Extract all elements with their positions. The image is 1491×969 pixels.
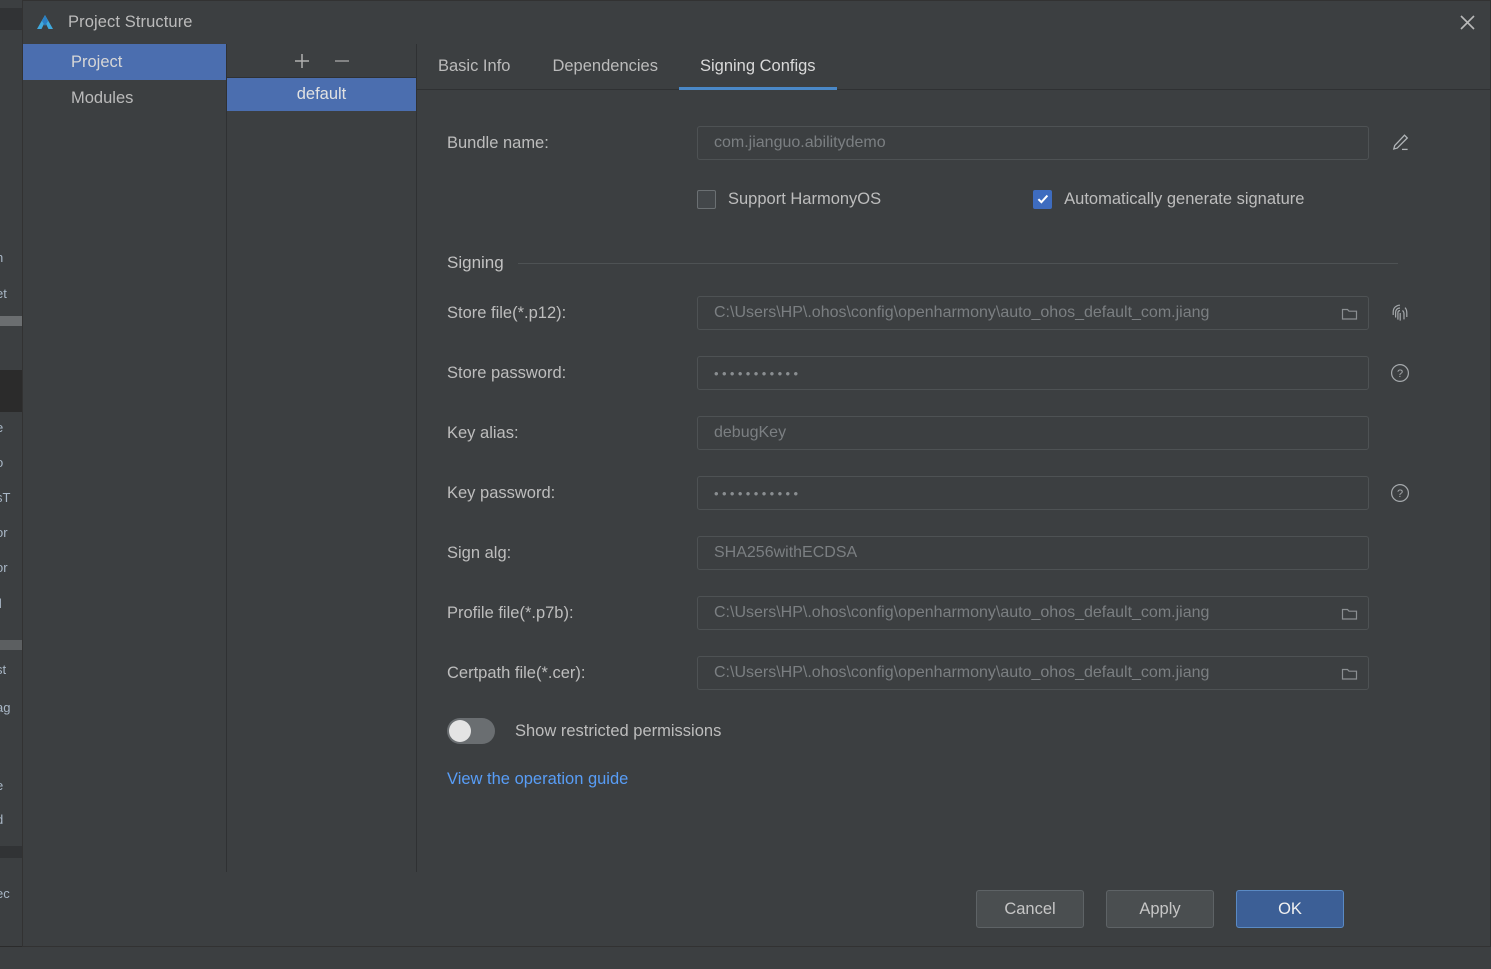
signing-section-title: Signing (447, 253, 504, 272)
devtools-logo-icon (33, 11, 57, 35)
dialog-titlebar: Project Structure (23, 1, 1490, 44)
key-alias-row: Key alias: debugKey (447, 416, 1490, 450)
help-circle-icon[interactable]: ? (1387, 480, 1413, 506)
dialog-footer: Cancel Apply OK (23, 872, 1490, 946)
store-password-row: Store password: ••••••••••• ? (447, 356, 1490, 390)
cancel-button[interactable]: Cancel (976, 890, 1084, 928)
ok-button[interactable]: OK (1236, 890, 1344, 928)
folder-icon[interactable] (1341, 605, 1358, 622)
store-password-value: ••••••••••• (714, 365, 802, 381)
sidebar-item-label: Modules (71, 89, 134, 107)
profile-file-label: Profile file(*.p7b): (447, 603, 574, 622)
configs-toolbar (227, 44, 416, 78)
store-password-label: Store password: (447, 363, 567, 382)
toggle-knob (449, 720, 471, 742)
tab-label: Signing Configs (699, 57, 816, 75)
store-file-row: Store file(*.p12): C:\Users\HP\.ohos\con… (447, 296, 1490, 330)
project-structure-dialog: Project Structure Project Modules defaul… (22, 0, 1491, 947)
help-circle-icon[interactable]: ? (1387, 360, 1413, 386)
checkbox-box (697, 189, 716, 209)
signing-configs-form: Bundle name: com.jianguo.abilitydemo Sup… (417, 90, 1490, 872)
bundle-name-label: Bundle name: (447, 133, 549, 152)
sidebar-item-modules[interactable]: Modules (23, 80, 226, 116)
certpath-file-label: Certpath file(*.cer): (447, 663, 586, 682)
sidebar-item-project[interactable]: Project (23, 44, 226, 80)
svg-text:?: ? (1397, 488, 1403, 500)
bundle-name-value: com.jianguo.abilitydemo (714, 134, 886, 151)
key-alias-label: Key alias: (447, 423, 519, 442)
support-harmonyos-checkbox[interactable]: Support HarmonyOS (697, 189, 882, 209)
bundle-name-input[interactable]: com.jianguo.abilitydemo (697, 126, 1369, 160)
toggle-label: Show restricted permissions (515, 721, 722, 740)
checkbox-label: Automatically generate signature (1064, 189, 1305, 208)
dialog-body: Project Modules default Basic Info Depen… (23, 44, 1490, 872)
fingerprint-icon[interactable] (1387, 300, 1413, 326)
auto-generate-signature-checkbox[interactable]: Automatically generate signature (1033, 189, 1305, 209)
svg-text:?: ? (1397, 368, 1403, 380)
key-password-input[interactable]: ••••••••••• (697, 476, 1369, 510)
signing-configs-list-panel: default (227, 44, 417, 872)
store-file-label: Store file(*.p12): (447, 303, 567, 322)
checkbox-row: Support HarmonyOS Automatically generate… (447, 184, 1490, 214)
section-divider (517, 262, 1398, 264)
key-password-value: ••••••••••• (714, 485, 802, 501)
key-alias-input[interactable]: debugKey (697, 416, 1369, 450)
dialog-content-pane: Basic Info Dependencies Signing Configs … (417, 44, 1490, 872)
store-file-value: C:\Users\HP\.ohos\config\openharmony\aut… (714, 304, 1210, 321)
tabbar: Basic Info Dependencies Signing Configs (417, 44, 1490, 90)
background-left-strip: n et · e o sT or or il st ag e d ec (0, 0, 22, 969)
config-item-label: default (296, 85, 347, 103)
show-restricted-permissions-toggle[interactable] (447, 718, 495, 744)
folder-icon[interactable] (1341, 665, 1358, 682)
apply-button[interactable]: Apply (1106, 890, 1214, 928)
sign-alg-input[interactable]: SHA256withECDSA (697, 536, 1369, 570)
tab-label: Basic Info (438, 57, 511, 75)
sidebar-item-label: Project (71, 53, 123, 71)
sign-alg-row: Sign alg: SHA256withECDSA (447, 536, 1490, 570)
checkbox-box (1033, 189, 1053, 209)
key-password-row: Key password: ••••••••••• ? (447, 476, 1490, 510)
certpath-file-row: Certpath file(*.cer): C:\Users\HP\.ohos\… (447, 656, 1490, 690)
store-password-input[interactable]: ••••••••••• (697, 356, 1369, 390)
profile-file-input[interactable]: C:\Users\HP\.ohos\config\openharmony\aut… (697, 596, 1369, 630)
key-alias-value: debugKey (714, 424, 787, 441)
key-password-label: Key password: (447, 483, 556, 502)
certpath-file-value: C:\Users\HP\.ohos\config\openharmony\aut… (714, 664, 1210, 681)
tab-label: Dependencies (552, 57, 658, 75)
checkbox-label: Support HarmonyOS (728, 189, 882, 208)
background-status-bar (0, 946, 1491, 969)
dialog-title: Project Structure (68, 13, 193, 31)
config-item-default[interactable]: default (227, 78, 416, 111)
folder-icon[interactable] (1341, 305, 1358, 322)
bundle-name-row: Bundle name: com.jianguo.abilitydemo (447, 126, 1490, 160)
certpath-file-input[interactable]: C:\Users\HP\.ohos\config\openharmony\aut… (697, 656, 1369, 690)
tab-dependencies[interactable]: Dependencies (531, 44, 679, 89)
dialog-sidebar: Project Modules (23, 44, 227, 872)
minus-icon[interactable] (331, 50, 353, 72)
show-restricted-permissions-row: Show restricted permissions (447, 714, 1490, 748)
tab-signing-configs[interactable]: Signing Configs (678, 44, 837, 90)
close-icon[interactable] (1444, 1, 1490, 44)
store-file-input[interactable]: C:\Users\HP\.ohos\config\openharmony\aut… (697, 296, 1369, 330)
profile-file-value: C:\Users\HP\.ohos\config\openharmony\aut… (714, 604, 1210, 621)
pencil-icon[interactable] (1387, 130, 1413, 156)
profile-file-row: Profile file(*.p7b): C:\Users\HP\.ohos\c… (447, 596, 1490, 630)
view-operation-guide-link[interactable]: View the operation guide (447, 770, 628, 789)
sign-alg-value: SHA256withECDSA (714, 544, 858, 561)
sign-alg-label: Sign alg: (447, 543, 512, 562)
operation-guide-row: View the operation guide (417, 770, 1490, 789)
plus-icon[interactable] (291, 50, 313, 72)
tab-basic-info[interactable]: Basic Info (417, 44, 531, 89)
signing-section-header: Signing (447, 248, 1398, 278)
